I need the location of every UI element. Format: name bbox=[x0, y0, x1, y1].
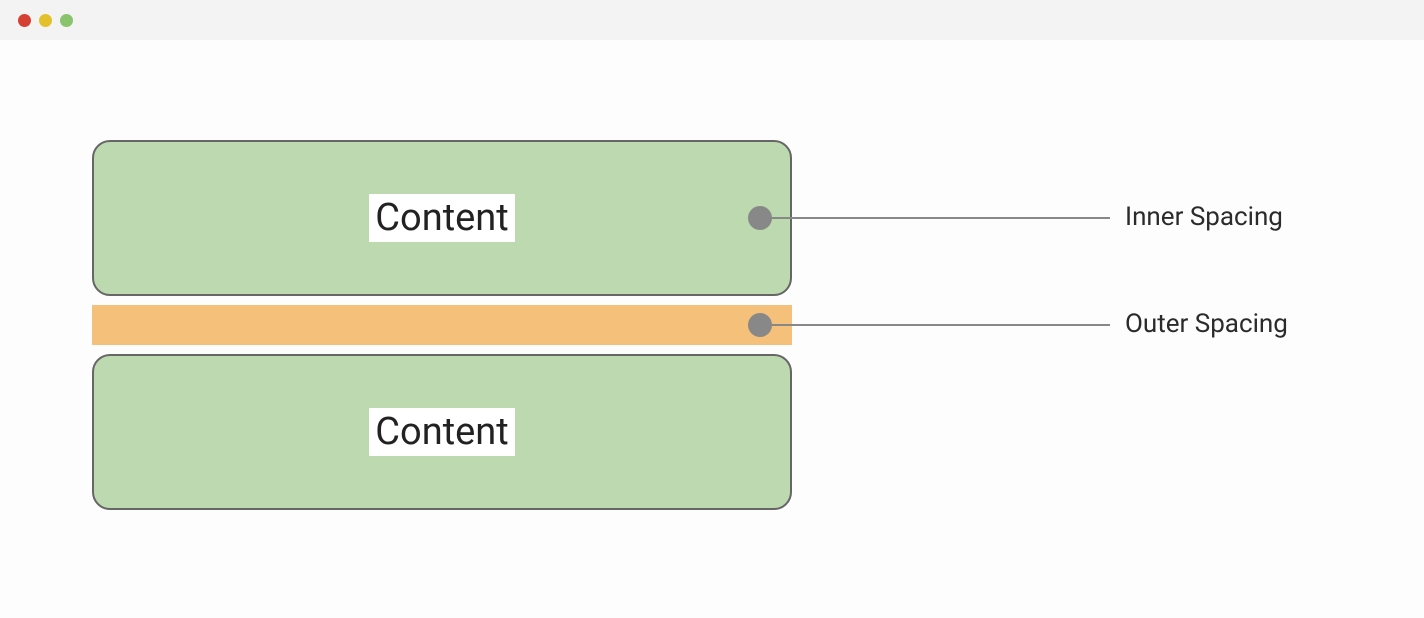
callout-line-inner bbox=[770, 217, 1110, 219]
content-label-top: Content bbox=[369, 194, 514, 242]
content-label-bottom: Content bbox=[369, 408, 514, 456]
close-icon[interactable] bbox=[18, 14, 31, 27]
minimize-icon[interactable] bbox=[39, 14, 52, 27]
outer-spacing-bar bbox=[92, 305, 792, 345]
maximize-icon[interactable] bbox=[60, 14, 73, 27]
diagram-canvas: Content Content Inner Spacing Outer Spac… bbox=[0, 40, 1424, 618]
callout-line-outer bbox=[770, 324, 1110, 326]
content-box-bottom: Content bbox=[92, 354, 792, 510]
window-titlebar bbox=[0, 0, 1424, 40]
content-box-top: Content bbox=[92, 140, 792, 296]
callout-dot-outer bbox=[748, 313, 772, 337]
callout-label-inner: Inner Spacing bbox=[1125, 202, 1283, 232]
callout-dot-inner bbox=[748, 206, 772, 230]
callout-label-outer: Outer Spacing bbox=[1125, 309, 1288, 339]
